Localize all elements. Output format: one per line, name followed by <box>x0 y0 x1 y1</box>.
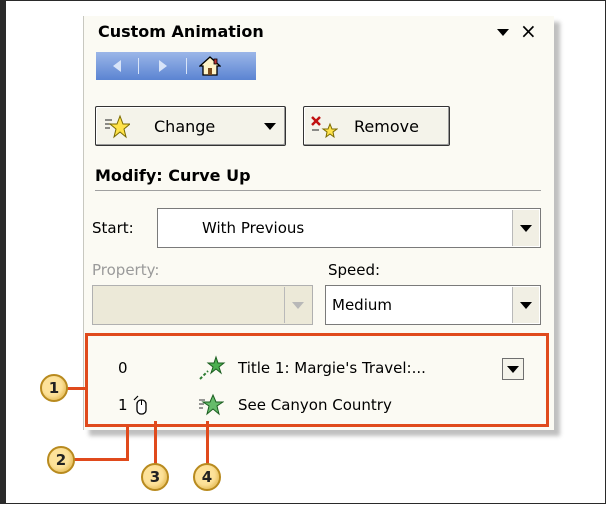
home-icon[interactable] <box>196 54 224 78</box>
speed-label: Speed: <box>328 261 381 279</box>
callout-line <box>126 426 129 460</box>
chevron-down-icon <box>264 123 276 130</box>
start-select[interactable]: With Previous <box>157 208 541 248</box>
back-arrow-icon[interactable] <box>102 52 132 80</box>
speed-select-value: Medium <box>332 296 392 314</box>
callout-line <box>154 421 157 465</box>
star-icon <box>104 114 132 144</box>
callout-line <box>72 458 129 461</box>
modify-heading: Modify: Curve Up <box>95 166 251 185</box>
pane-navigation-bar <box>96 52 256 80</box>
callout-2: 2 <box>47 446 75 474</box>
pane-title: Custom Animation <box>98 22 264 41</box>
chevron-down-icon[interactable] <box>512 210 539 246</box>
change-button-label: Change <box>154 117 216 136</box>
speed-select[interactable]: Medium <box>325 285 541 325</box>
pane-titlebar: Custom Animation × <box>84 16 554 48</box>
callout-1: 1 <box>40 374 68 402</box>
chevron-down-icon[interactable] <box>512 287 539 323</box>
callout-3: 3 <box>141 463 169 491</box>
forward-arrow-icon[interactable] <box>148 52 178 80</box>
start-select-value: With Previous <box>202 219 305 237</box>
callout-line <box>206 421 209 465</box>
property-select <box>92 285 313 325</box>
pane-menu-dropdown-icon[interactable] <box>497 29 509 36</box>
nav-separator <box>138 58 139 74</box>
animation-list-highlight <box>85 333 549 427</box>
property-label: Property: <box>92 261 160 279</box>
nav-separator <box>186 58 187 74</box>
remove-button-label: Remove <box>354 117 419 136</box>
frame-left-bar <box>0 0 6 504</box>
callout-4: 4 <box>193 463 221 491</box>
change-button[interactable]: Change <box>95 106 286 146</box>
heading-divider <box>95 190 541 191</box>
remove-star-icon <box>310 114 339 144</box>
start-label: Start: <box>92 219 134 237</box>
pane-close-icon[interactable]: × <box>520 19 537 43</box>
remove-button[interactable]: Remove <box>303 106 450 146</box>
chevron-down-icon <box>284 287 311 323</box>
